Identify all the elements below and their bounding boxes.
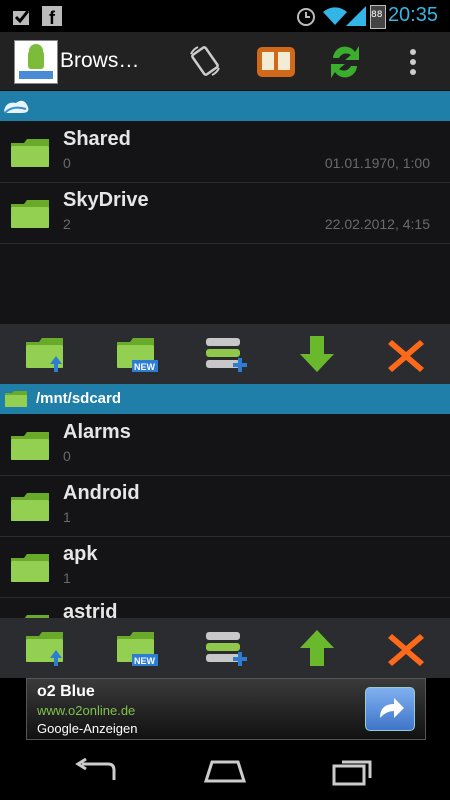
item-name: Alarms <box>63 421 131 443</box>
item-date: 22.02.2012, 4:15 <box>324 216 430 232</box>
item-name: Android <box>63 482 140 504</box>
sync-icon[interactable] <box>327 42 363 82</box>
list-item[interactable]: astrid <box>0 597 450 618</box>
local-list: Alarms 0 Android 1 apk 1 astrid <box>0 414 450 618</box>
local-toolbar: NEW <box>0 618 450 678</box>
list-item[interactable]: Shared 0 01.01.1970, 1:00 <box>0 121 450 183</box>
navigation-bar <box>0 740 450 800</box>
list-item[interactable]: SkyDrive 2 22.02.2012, 4:15 <box>0 182 450 244</box>
rotate-screen-icon[interactable] <box>188 44 222 78</box>
item-count: 2 <box>63 216 71 232</box>
upload-arrow-icon[interactable] <box>296 628 340 668</box>
facebook-notification-icon: f <box>42 6 62 26</box>
recent-apps-icon[interactable] <box>332 756 376 786</box>
item-name: Shared <box>63 128 131 150</box>
ad-open-button[interactable] <box>365 687 415 731</box>
skydrive-header <box>0 91 450 121</box>
item-name: astrid <box>63 601 118 618</box>
new-folder-icon[interactable]: NEW <box>116 628 160 668</box>
ad-title: o2 Blue <box>37 683 95 700</box>
battery-icon: 88 <box>370 5 386 29</box>
item-count: 0 <box>63 155 71 171</box>
svg-text:f: f <box>49 8 56 26</box>
select-items-icon[interactable] <box>205 628 249 668</box>
new-folder-icon[interactable]: NEW <box>116 334 160 374</box>
home-icon[interactable] <box>202 758 248 784</box>
folder-up-icon[interactable] <box>25 334 69 374</box>
folder-up-icon[interactable] <box>25 628 69 668</box>
item-name: SkyDrive <box>63 189 149 211</box>
skydrive-toolbar: NEW <box>0 324 450 384</box>
clock: 20:35 <box>387 4 438 26</box>
item-count: 1 <box>63 509 71 525</box>
back-icon[interactable] <box>74 758 118 784</box>
svg-text:NEW: NEW <box>134 362 156 372</box>
skydrive-list: Shared 0 01.01.1970, 1:00 SkyDrive 2 22.… <box>0 121 450 324</box>
folder-icon <box>11 493 49 521</box>
item-date: 01.01.1970, 1:00 <box>324 155 430 171</box>
delete-icon[interactable] <box>386 628 430 668</box>
list-item[interactable]: Alarms 0 <box>0 414 450 476</box>
list-item[interactable]: Android 1 <box>0 475 450 537</box>
overflow-menu-icon[interactable] <box>408 48 418 76</box>
forward-arrow-icon <box>380 698 404 718</box>
ad-source: Google-Anzeigen <box>37 721 138 736</box>
download-arrow-icon[interactable] <box>296 334 340 374</box>
svg-text:NEW: NEW <box>134 656 156 666</box>
alarm-icon <box>297 8 315 26</box>
current-path: /mnt/sdcard <box>36 390 122 407</box>
select-items-icon[interactable] <box>205 334 249 374</box>
ad-url[interactable]: www.o2online.de <box>37 703 135 718</box>
status-bar: f 88 20:35 <box>0 0 450 32</box>
battery-level: 88 <box>371 10 383 20</box>
folder-icon <box>11 432 49 460</box>
android-logo-icon <box>19 44 53 79</box>
skydrive-cloud-icon <box>4 100 29 114</box>
folder-icon <box>11 554 49 582</box>
wifi-icon <box>323 7 347 25</box>
checkbox-notification-icon <box>13 10 30 25</box>
list-item[interactable]: apk 1 <box>0 536 450 598</box>
item-count: 0 <box>63 448 71 464</box>
app-title: Brows… <box>60 49 140 72</box>
ad-banner[interactable]: o2 Blue www.o2online.de Google-Anzeigen <box>26 678 426 740</box>
local-path-header: /mnt/sdcard <box>0 384 450 414</box>
item-count: 1 <box>63 570 71 586</box>
dual-pane-icon[interactable] <box>256 45 296 79</box>
folder-icon <box>11 139 49 167</box>
app-logo[interactable] <box>14 40 58 84</box>
action-bar: Brows… <box>0 32 450 91</box>
signal-icon <box>346 6 366 26</box>
folder-icon <box>5 391 27 407</box>
delete-icon[interactable] <box>386 334 430 374</box>
folder-icon <box>11 200 49 228</box>
item-name: apk <box>63 543 98 565</box>
